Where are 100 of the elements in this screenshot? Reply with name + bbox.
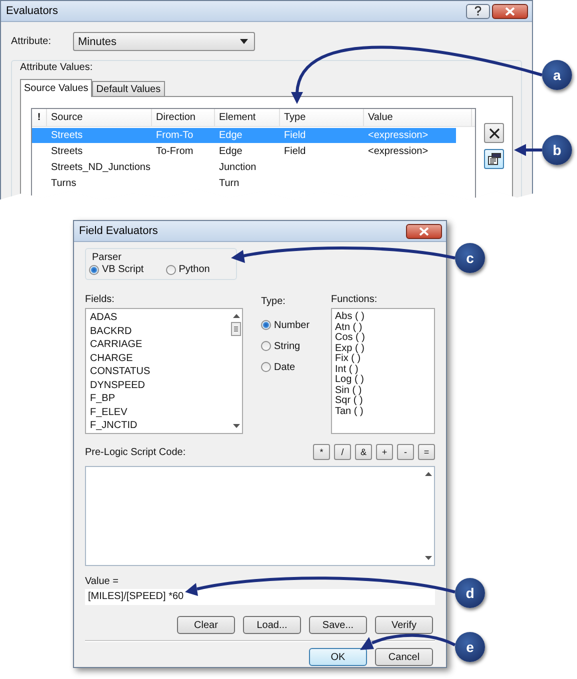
close-icon xyxy=(419,226,429,236)
value-label: Value = xyxy=(85,576,120,587)
tab[interactable]: Source Values xyxy=(20,79,92,97)
list-item[interactable]: DYNSPEED xyxy=(90,380,230,393)
table-cell-text: From-To xyxy=(155,130,194,141)
table-cell-text: Turns xyxy=(50,178,78,189)
column-header[interactable]: Direction xyxy=(152,109,215,126)
operator-button[interactable]: & xyxy=(355,444,372,460)
list-label: Fields: xyxy=(85,294,116,305)
list-item[interactable]: Cos ( ) xyxy=(335,333,431,344)
button[interactable]: Clear xyxy=(177,616,235,634)
radio-button[interactable] xyxy=(89,264,99,274)
list-label: Functions: xyxy=(331,294,378,305)
tab[interactable]: Default Values xyxy=(92,81,165,96)
close-button[interactable] xyxy=(406,224,442,238)
callout-badge: d xyxy=(455,578,485,608)
table-cell-text: Edge xyxy=(218,146,244,157)
button[interactable]: Load... xyxy=(243,616,301,634)
help-button[interactable] xyxy=(466,4,490,18)
list-item[interactable]: Log ( ) xyxy=(335,375,431,386)
scroll-down-icon xyxy=(232,423,240,429)
list-item[interactable]: Sin ( ) xyxy=(335,386,431,396)
operator-button[interactable]: / xyxy=(334,444,351,460)
list-item[interactable]: CONSTATUS xyxy=(90,366,230,380)
table-cell-text: Streets xyxy=(50,146,84,157)
ok-button[interactable]: OK xyxy=(309,648,367,666)
table-cell-text: Edge xyxy=(218,130,244,141)
list-item[interactable]: Abs ( ) xyxy=(335,312,431,322)
list-item[interactable]: F_BP xyxy=(90,393,230,406)
operator-button[interactable]: = xyxy=(418,444,435,460)
properties-icon xyxy=(488,153,500,165)
table-cell-text: To-From xyxy=(155,146,194,157)
table-cell-text: Streets xyxy=(50,130,84,141)
table-row[interactable]: Streets_ND_Junctions Junction xyxy=(32,160,475,175)
table-cell-text: <expression> xyxy=(367,130,430,141)
list-item[interactable]: Exp ( ) xyxy=(335,344,431,354)
table-cell-text: Field xyxy=(283,146,307,157)
dropdown-arrow-icon xyxy=(240,39,248,44)
scroll-up-icon xyxy=(424,471,432,477)
table-cell-text: Junction xyxy=(218,162,258,173)
radio-label: Date xyxy=(274,362,296,373)
window-title: Evaluators xyxy=(6,5,58,17)
fields-list[interactable]: ADAS BACKRD CARRIAGE CHARGE CONSTATUS DYNSPEED F_BP F_ELEV F_JNCTID xyxy=(85,308,243,434)
radio-label: Python xyxy=(178,264,210,275)
operator-button[interactable]: - xyxy=(397,444,414,460)
close-button[interactable] xyxy=(492,4,528,18)
group-label: Parser xyxy=(92,252,122,263)
code-label: Pre-Logic Script Code: xyxy=(85,446,186,458)
column-header[interactable]: Value xyxy=(364,109,472,126)
button[interactable]: Save... xyxy=(309,616,367,634)
list-item[interactable]: ADAS xyxy=(90,312,230,326)
list-item[interactable]: Tan ( ) xyxy=(335,406,431,417)
table-cell-text: Streets_ND_Junctions xyxy=(50,162,152,173)
operator-button[interactable]: * xyxy=(313,444,330,460)
list-item[interactable]: Sqr ( ) xyxy=(335,396,431,406)
close-icon xyxy=(505,6,515,16)
list-item[interactable]: F_ELEV xyxy=(90,406,230,420)
operator-button[interactable]: + xyxy=(376,444,393,460)
column-header[interactable]: Element xyxy=(215,109,280,126)
radio-button[interactable] xyxy=(166,264,176,274)
callout-badge: b xyxy=(542,135,572,165)
properties-button[interactable] xyxy=(484,149,504,169)
callout-arrow xyxy=(514,144,542,156)
scroll-down-icon xyxy=(424,555,432,561)
column-header[interactable]: Type xyxy=(280,109,364,126)
question-mark-icon xyxy=(474,6,482,16)
list-item[interactable]: CARRIAGE xyxy=(90,339,230,352)
button[interactable]: Verify xyxy=(375,616,433,634)
code-input-field[interactable] xyxy=(85,466,435,566)
list-item[interactable]: F_JNCTID xyxy=(90,420,230,433)
cancel-button[interactable]: Cancel xyxy=(375,648,433,666)
attribute-label: Attribute: xyxy=(11,36,52,47)
callout-badge: a xyxy=(542,60,572,90)
scroll-thumb-icon xyxy=(231,322,241,336)
close-icon xyxy=(488,128,500,138)
type-label: Type: xyxy=(261,296,286,307)
radio-label: VB Script xyxy=(102,264,144,275)
attribute-dropdown[interactable]: Minutes xyxy=(73,32,255,51)
list-item[interactable]: CHARGE xyxy=(90,352,230,366)
functions-list[interactable]: Abs ( ) Atn ( ) Cos ( ) Exp ( ) Fix ( ) Int ( ) Log ( ) Sin ( ) Sqr ( ) Tan ( ) xyxy=(331,308,435,434)
radio-button[interactable] xyxy=(261,340,271,350)
group-label: Attribute Values: xyxy=(18,62,95,73)
list-item[interactable]: Fix ( ) xyxy=(335,354,431,364)
scroll-up-icon xyxy=(232,313,240,319)
delete-button[interactable] xyxy=(484,123,504,143)
radio-button[interactable] xyxy=(261,320,271,330)
column-header[interactable]: Source xyxy=(47,109,152,126)
column-header[interactable]: ! xyxy=(32,109,47,126)
table-row[interactable]: Turns Turn xyxy=(32,176,475,191)
table-cell-text: Turn xyxy=(218,178,240,189)
radio-label: Number xyxy=(274,320,310,331)
window-title: Field Evaluators xyxy=(79,225,158,237)
radio-button[interactable] xyxy=(261,362,271,372)
list-item[interactable]: BACKRD xyxy=(90,326,230,339)
value-input-field[interactable]: [MILES]/[SPEED] *60 xyxy=(85,589,435,605)
table-row[interactable]: Streets To-From Edge Field <expression> xyxy=(32,144,475,159)
radio-label: String xyxy=(274,341,300,352)
list-item[interactable]: Atn ( ) xyxy=(335,322,431,333)
list-item[interactable]: Int ( ) xyxy=(335,364,431,375)
callout-badge: e xyxy=(455,632,485,662)
